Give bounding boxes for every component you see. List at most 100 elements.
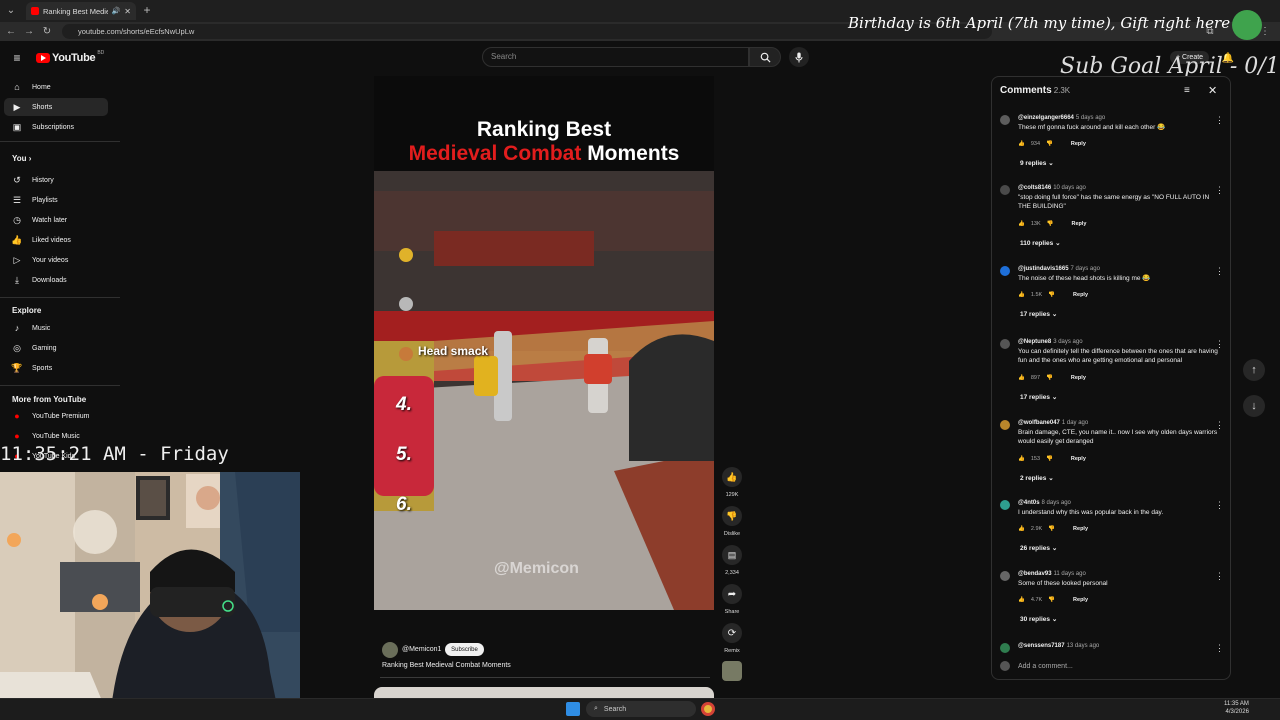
reply-button[interactable]: Reply <box>1073 526 1088 532</box>
commenter-avatar[interactable] <box>1000 571 1010 581</box>
next-short-button[interactable]: ↓ <box>1243 395 1265 417</box>
chrome-icon[interactable] <box>701 702 715 716</box>
comment-author[interactable]: @Neptune8 3 days ago <box>1018 339 1083 345</box>
comment-like-icon[interactable]: 👍 <box>1018 375 1025 381</box>
view-replies-button[interactable]: 26 replies ⌄ <box>1020 544 1057 552</box>
back-icon[interactable]: ← <box>4 24 18 38</box>
previous-short-button[interactable]: ↑ <box>1243 359 1265 381</box>
comment-username[interactable]: @colts8146 <box>1018 185 1051 191</box>
channel-name[interactable]: @Memicon1 <box>402 646 441 653</box>
commenter-avatar[interactable] <box>1000 115 1010 125</box>
reload-icon[interactable]: ↻ <box>40 24 54 38</box>
sidebar-item-gaming[interactable]: ◎ Gaming <box>4 339 108 357</box>
taskbar-search[interactable]: ⌕ Search <box>586 701 696 717</box>
channel-avatar[interactable] <box>382 642 398 658</box>
view-replies-button[interactable]: 17 replies ⌄ <box>1020 310 1057 318</box>
search-button[interactable] <box>749 47 781 67</box>
comment-username[interactable]: @einzelganger6664 <box>1018 115 1074 121</box>
dislike-button[interactable]: 👎 <box>722 506 742 526</box>
sidebar-item-music[interactable]: ♪ Music <box>4 319 108 337</box>
close-icon[interactable]: ✕ <box>1208 84 1217 97</box>
comment-author[interactable]: @4nt0s 8 days ago <box>1018 500 1071 506</box>
comment-username[interactable]: @wolfbane047 <box>1018 420 1060 426</box>
commenter-avatar[interactable] <box>1000 643 1010 653</box>
reply-button[interactable]: Reply <box>1072 221 1087 227</box>
search-input[interactable]: Search <box>482 47 749 67</box>
view-replies-button[interactable]: 30 replies ⌄ <box>1020 615 1057 623</box>
comment-username[interactable]: @4nt0s <box>1018 500 1040 506</box>
commenter-avatar[interactable] <box>1000 185 1010 195</box>
short-caption[interactable]: Ranking Best Medieval Combat Moments <box>382 662 511 669</box>
comment-like-icon[interactable]: 👍 <box>1018 221 1025 227</box>
sort-icon[interactable]: ≡ <box>1184 85 1190 96</box>
sidebar-item-your-videos[interactable]: ▷ Your videos <box>4 251 108 269</box>
view-replies-button[interactable]: 110 replies ⌄ <box>1020 239 1061 247</box>
browser-tab[interactable]: Ranking Best Medieval Co 🔊 ✕ <box>26 2 136 20</box>
next-short-preview[interactable] <box>374 687 714 698</box>
view-replies-button[interactable]: 2 replies ⌄ <box>1020 474 1054 482</box>
sidebar-you-header[interactable]: You › <box>12 154 31 163</box>
sidebar-item-sports[interactable]: 🏆 Sports <box>4 359 108 377</box>
tab-close-icon[interactable]: ✕ <box>124 7 131 16</box>
commenter-avatar[interactable] <box>1000 500 1010 510</box>
comment-dislike-icon[interactable]: 👎 <box>1046 375 1053 381</box>
sidebar-item-shorts[interactable]: ▶ Shorts <box>4 98 108 116</box>
comment-dislike-icon[interactable]: 👎 <box>1046 141 1053 147</box>
comment-author[interactable]: @senssens7187 13 days ago <box>1018 643 1099 649</box>
sidebar-item-playlists[interactable]: ☰ Playlists <box>4 191 108 209</box>
commenter-avatar[interactable] <box>1000 266 1010 276</box>
view-replies-button[interactable]: 17 replies ⌄ <box>1020 393 1057 401</box>
reply-button[interactable]: Reply <box>1073 597 1088 603</box>
youtube-logo[interactable]: YouTube BD <box>36 50 104 64</box>
more-options-icon[interactable]: ⋮ <box>1215 643 1224 654</box>
tab-search-icon[interactable]: ⌄ <box>4 3 18 17</box>
comment-like-icon[interactable]: 👍 <box>1018 141 1025 147</box>
sidebar-item-liked-videos[interactable]: 👍 Liked videos <box>4 231 108 249</box>
comment-author[interactable]: @einzelganger6664 5 days ago <box>1018 115 1105 121</box>
voice-search-button[interactable] <box>789 47 809 67</box>
sidebar-item-home[interactable]: ⌂ Home <box>4 78 108 96</box>
reply-button[interactable]: Reply <box>1071 375 1086 381</box>
short-video-player[interactable]: Ranking Best Medieval Combat Moments Hea… <box>374 76 714 610</box>
comments-button[interactable]: ▤ <box>722 545 742 565</box>
comment-username[interactable]: @bendav93 <box>1018 571 1052 577</box>
comment-like-icon[interactable]: 👍 <box>1018 292 1025 298</box>
comment-dislike-icon[interactable]: 👎 <box>1047 221 1054 227</box>
comment-author[interactable]: @bendav93 11 days ago <box>1018 571 1086 577</box>
comment-dislike-icon[interactable]: 👎 <box>1048 526 1055 532</box>
reply-button[interactable]: Reply <box>1071 141 1086 147</box>
comment-like-icon[interactable]: 👍 <box>1018 456 1025 462</box>
comment-username[interactable]: @justindavis1665 <box>1018 266 1069 272</box>
add-comment-input[interactable]: Add a comment... <box>1018 663 1073 670</box>
hamburger-menu-icon[interactable]: ≡ <box>10 51 24 65</box>
commenter-avatar[interactable] <box>1000 420 1010 430</box>
sidebar-item-watch-later[interactable]: ◷ Watch later <box>4 211 108 229</box>
comment-author[interactable]: @justindavis1665 7 days ago <box>1018 266 1100 272</box>
remix-button[interactable]: ⟳ <box>722 623 742 643</box>
like-button[interactable]: 👍 <box>722 467 742 487</box>
reply-button[interactable]: Reply <box>1073 292 1088 298</box>
windows-start-icon[interactable] <box>566 702 580 716</box>
share-button[interactable]: ➦ <box>722 584 742 604</box>
comment-dislike-icon[interactable]: 👎 <box>1048 292 1055 298</box>
forward-icon[interactable]: → <box>22 24 36 38</box>
comment-dislike-icon[interactable]: 👎 <box>1048 597 1055 603</box>
new-tab-icon[interactable]: + <box>140 3 154 17</box>
progress-bar[interactable] <box>380 677 710 678</box>
subscribe-button[interactable]: Subscribe <box>445 643 484 656</box>
sidebar-item-youtube-premium[interactable]: ● YouTube Premium <box>4 407 108 425</box>
tab-audio-icon[interactable]: 🔊 <box>112 7 121 15</box>
reply-button[interactable]: Reply <box>1071 456 1086 462</box>
view-replies-button[interactable]: 9 replies ⌄ <box>1020 159 1054 167</box>
comment-like-icon[interactable]: 👍 <box>1018 526 1025 532</box>
sidebar-item-subscriptions[interactable]: ▣ Subscriptions <box>4 118 108 136</box>
comment-dislike-icon[interactable]: 👎 <box>1046 456 1053 462</box>
comment-username[interactable]: @Neptune8 <box>1018 339 1051 345</box>
add-comment-row[interactable]: Add a comment... <box>1000 659 1224 673</box>
sound-avatar[interactable] <box>722 661 742 681</box>
sidebar-item-history[interactable]: ↺ History <box>4 171 108 189</box>
comment-author[interactable]: @colts8146 10 days ago <box>1018 185 1086 191</box>
comment-author[interactable]: @wolfbane047 1 day ago <box>1018 420 1088 426</box>
comment-username[interactable]: @senssens7187 <box>1018 643 1065 649</box>
comment-like-icon[interactable]: 👍 <box>1018 597 1025 603</box>
